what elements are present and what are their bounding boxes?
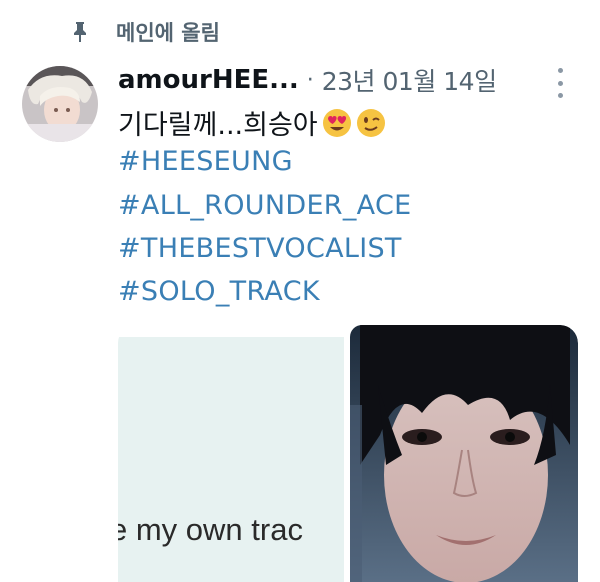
media-image-left[interactable]: e my own trac bbox=[118, 337, 344, 582]
winking-face-emoji bbox=[356, 108, 386, 138]
heart-eyes-emoji bbox=[322, 108, 352, 138]
avatar[interactable] bbox=[22, 66, 98, 142]
tweet-media[interactable]: e my own trac bbox=[118, 325, 578, 582]
tweet-text-content: 기다릴께...희승아 bbox=[118, 110, 318, 141]
tweet-date[interactable]: 23년 01월 14일 bbox=[322, 62, 497, 98]
more-options-icon[interactable] bbox=[558, 68, 566, 98]
pinned-label: 메인에 올림 bbox=[116, 21, 220, 45]
tweet-header: amourHEE... · 23년 01월 14일 bbox=[118, 62, 580, 98]
pinned-indicator: 메인에 올림 bbox=[70, 14, 220, 50]
hashtag-link[interactable]: #HEESEUNG bbox=[118, 146, 293, 177]
media-image-right[interactable] bbox=[350, 325, 578, 582]
hashtag-link[interactable]: #SOLO_TRACK bbox=[118, 276, 320, 307]
hashtag-link[interactable]: #THEBESTVOCALIST bbox=[118, 233, 402, 264]
pin-icon bbox=[70, 20, 90, 44]
separator-dot: · bbox=[306, 67, 314, 93]
hashtag-link[interactable]: #ALL_ROUNDER_ACE bbox=[118, 190, 411, 221]
username[interactable]: amourHEE... bbox=[118, 65, 299, 95]
tweet-text: 기다릴께...희승아 bbox=[118, 103, 386, 142]
media-caption-text: e my own trac bbox=[118, 512, 303, 547]
